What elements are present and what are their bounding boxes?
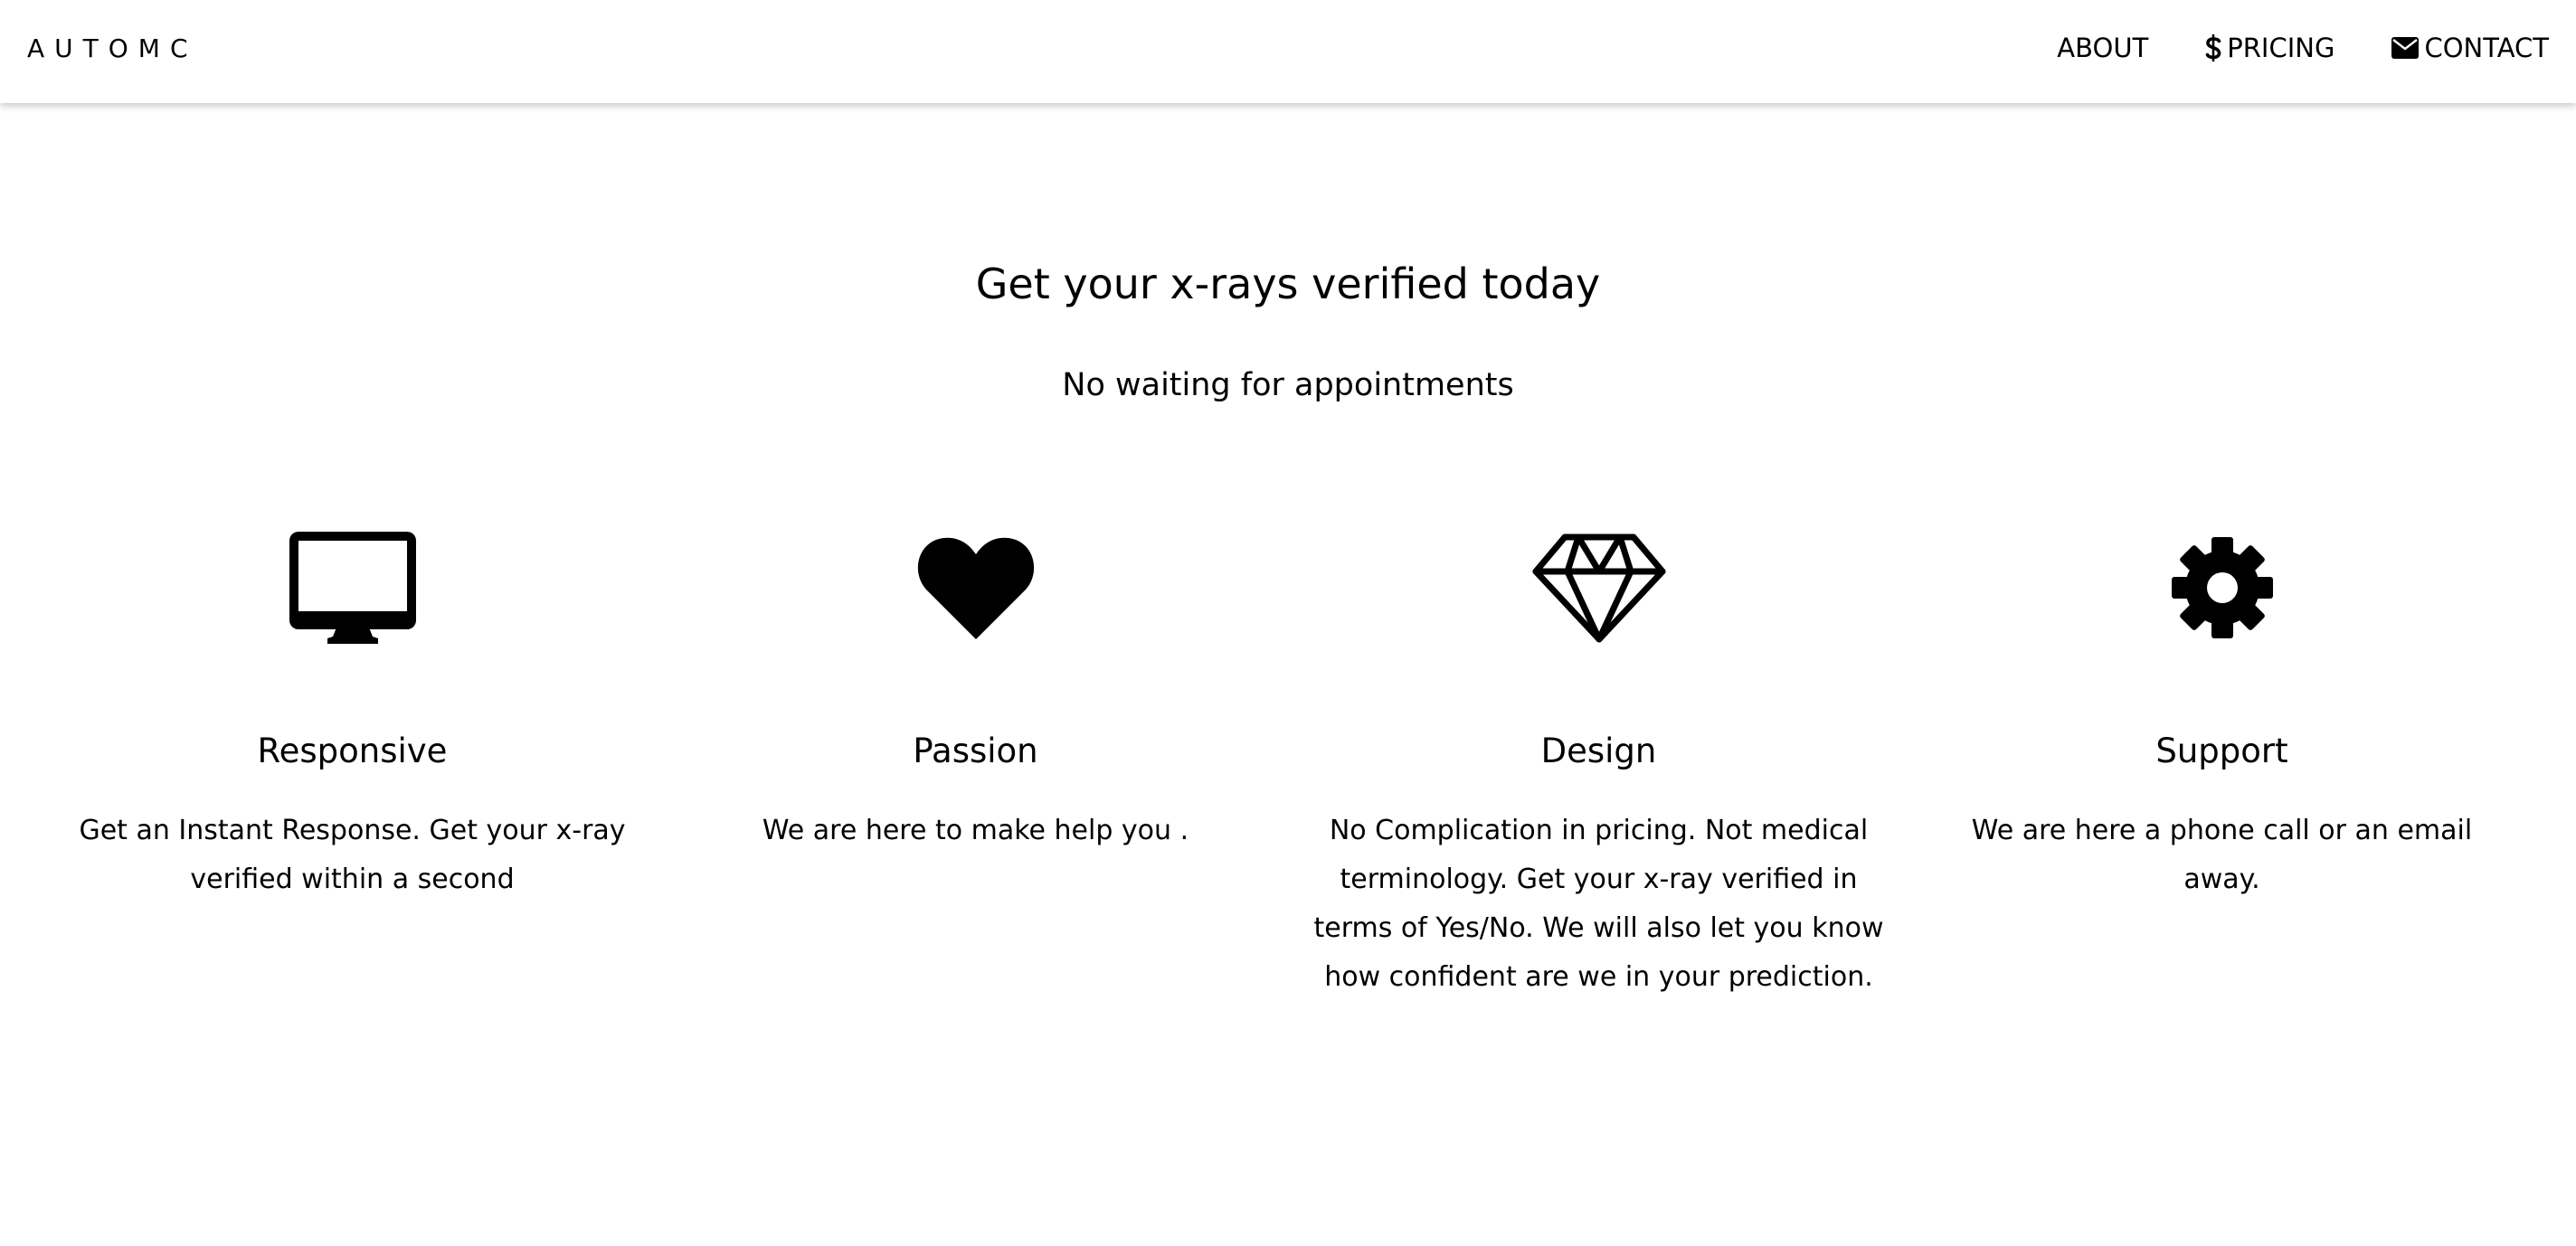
feature-description: No Complication in pricing. Not medical … [1313, 815, 1884, 993]
feature-description: Get an Instant Response. Get your x-ray … [79, 815, 626, 895]
site-logo[interactable]: AUTOMC [27, 31, 198, 67]
feature-description: We are here to make help you . [762, 815, 1189, 846]
desktop-icon [41, 524, 664, 651]
feature-title: Responsive [257, 732, 448, 770]
nav-contact-link[interactable]: CONTACT [2391, 27, 2549, 69]
feature-title: Design [1540, 732, 1657, 770]
feature-description: We are here a phone call or an email awa… [1971, 815, 2473, 895]
nav-pricing-label: PRICING [2227, 33, 2335, 63]
features-section: Responsive Get an Instant Response. Get … [0, 524, 2576, 1031]
hero-subtitle: No waiting for appointments [1062, 367, 1514, 403]
feature-title: Passion [913, 732, 1038, 770]
diamond-icon [1287, 524, 1910, 651]
main-nav: ABOUT PRICING CONTACT [2057, 27, 2549, 69]
feature-card-support: Support We are here a phone call or an e… [1910, 524, 2533, 904]
nav-pricing-link[interactable]: PRICING [2205, 27, 2334, 69]
feature-card-design: Design No Complication in pricing. Not m… [1287, 524, 1910, 1002]
gear-icon [1910, 524, 2533, 651]
dollar-icon [2205, 33, 2221, 62]
top-navbar: AUTOMC ABOUT PRICING CONTACT [0, 0, 2576, 103]
heart-icon [664, 524, 1287, 651]
feature-card-responsive: Responsive Get an Instant Response. Get … [41, 524, 664, 904]
nav-about-label: ABOUT [2057, 33, 2149, 63]
nav-contact-label: CONTACT [2424, 33, 2549, 63]
envelope-icon [2391, 37, 2420, 59]
feature-title: Support [2155, 732, 2288, 770]
nav-about-link[interactable]: ABOUT [2057, 27, 2148, 69]
feature-card-passion: Passion We are here to make help you . [664, 524, 1287, 855]
hero-title: Get your x-rays verified today [975, 260, 1601, 308]
